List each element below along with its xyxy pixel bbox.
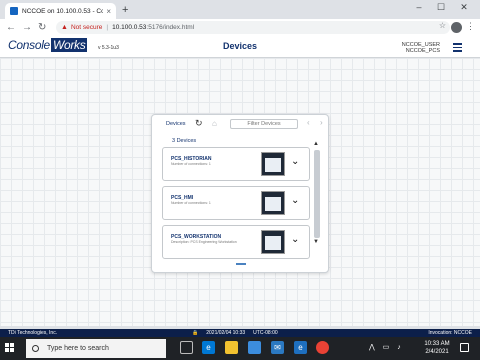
filter-devices-input[interactable] (230, 119, 298, 129)
device-list: PCS_HISTORIAN Number of connections: 1 ⌄… (162, 147, 310, 259)
browser-tabstrip: NCCOE on 10.100.0.53 - Consol × + – ☐ ✕ (0, 0, 480, 19)
store-icon[interactable] (248, 341, 261, 354)
chevron-down-icon[interactable]: ⌄ (291, 157, 299, 167)
page-indicator[interactable] (236, 263, 246, 265)
app-footer: TDi Technologies, Inc. 🔒 2021/02/04 10:3… (0, 329, 480, 337)
tab-title: NCCOE on 10.100.0.53 - Consol (22, 7, 104, 15)
url-host: 10.100.0.53 (112, 24, 147, 31)
windows-start-icon[interactable] (5, 343, 15, 353)
footer-datetime: 2021/02/04 10:33 (206, 330, 246, 336)
address-bar[interactable]: ▲ Not secure | 10.100.0.53 :5176/index.h… (56, 21, 450, 34)
panel-label: Devices (166, 121, 186, 127)
device-card-historian[interactable]: PCS_HISTORIAN Number of connections: 1 ⌄ (162, 147, 310, 181)
maximize-button[interactable]: ☐ (432, 2, 450, 13)
back-arrow-icon[interactable]: ← (6, 22, 16, 33)
mail-icon[interactable]: ✉ (271, 341, 284, 354)
clock-time: 10:33 AM (424, 341, 450, 347)
device-details: Number of connections: 1 (171, 162, 211, 166)
task-view-icon[interactable] (180, 341, 193, 354)
system-tray-icons[interactable]: ⋀ ▭ ♪ (369, 343, 404, 351)
file-explorer-icon[interactable] (225, 341, 238, 354)
close-window-button[interactable]: ✕ (455, 2, 473, 13)
app-content: Console Works v 5.3-1u3 Devices NCCOE_USE… (0, 36, 480, 326)
scroll-up-icon[interactable]: ▲ (313, 141, 319, 147)
scrollbar-thumb[interactable] (314, 150, 320, 238)
footer-status: 🔒 2021/02/04 10:33 UTC-08:00 (192, 329, 278, 337)
taskbar-search-box[interactable]: Type here to search (26, 339, 166, 358)
browser-tab[interactable]: NCCOE on 10.100.0.53 - Consol × (5, 3, 116, 19)
edge-browser-icon[interactable]: e (202, 341, 215, 354)
browser-menu-icon[interactable]: ⋮ (466, 21, 475, 32)
device-card-hmi[interactable]: PCS_HMI Number of connections: 1 ⌄ (162, 186, 310, 220)
device-card-workstation[interactable]: PCS_WORKSTATION Description: PCS Enginee… (162, 225, 310, 259)
user-profile: NCCOE_PCS (405, 48, 440, 54)
hamburger-menu-icon[interactable] (453, 43, 462, 54)
forward-arrow-icon[interactable]: → (22, 22, 32, 33)
warning-icon: ▲ (61, 24, 68, 31)
devices-panel: Devices ↻ ⌂ ‹ › 3 Devices PCS_HISTORIAN … (151, 114, 329, 273)
scroll-down-icon[interactable]: ▼ (313, 239, 319, 245)
minimize-button[interactable]: – (410, 2, 428, 12)
close-tab-icon[interactable]: × (106, 7, 111, 16)
company-name: TDi Technologies, Inc. (8, 330, 58, 336)
user-info[interactable]: NCCOE_USER NCCOE_PCS (402, 42, 440, 54)
url-path: :5176/index.html (146, 24, 195, 31)
internet-explorer-icon[interactable]: e (294, 341, 307, 354)
refresh-icon[interactable]: ↻ (195, 118, 203, 129)
lock-icon: 🔒 (192, 330, 199, 336)
invocation-label: Invocation: NCCOE (428, 330, 472, 336)
browser-toolbar: ← → ↻ ▲ Not secure | 10.100.0.53 :5176/i… (0, 19, 480, 36)
reload-icon[interactable]: ↻ (38, 22, 46, 33)
security-status[interactable]: Not secure (71, 24, 102, 31)
consoleworks-favicon-icon (10, 7, 18, 15)
chevron-down-icon[interactable]: ⌄ (291, 235, 299, 245)
profile-avatar-icon[interactable] (451, 22, 462, 33)
home-icon[interactable]: ⌂ (212, 119, 217, 128)
device-details: Number of connections: 1 (171, 201, 211, 205)
footer-timezone: UTC-08:00 (253, 330, 278, 336)
device-count: 3 Devices (172, 138, 197, 144)
console-thumbnail-icon[interactable] (261, 191, 285, 215)
windows-taskbar: Type here to search e ✉ e ⋀ ▭ ♪ 10:33 AM… (0, 337, 480, 360)
search-placeholder: Type here to search (47, 345, 109, 352)
chrome-browser-icon[interactable] (316, 341, 329, 354)
console-thumbnail-icon[interactable] (261, 152, 285, 176)
next-page-icon[interactable]: › (320, 118, 323, 127)
clock-date: 2/4/2021 (425, 349, 449, 355)
device-details: Description: PCS Engineering Workstation (171, 240, 237, 244)
console-thumbnail-icon[interactable] (261, 230, 285, 254)
notifications-icon[interactable] (460, 343, 469, 352)
previous-page-icon[interactable]: ‹ (307, 118, 310, 127)
search-icon (32, 345, 39, 352)
app-header: Console Works v 5.3-1u3 Devices NCCOE_USE… (0, 36, 480, 58)
address-separator: | (106, 24, 109, 31)
taskbar-clock[interactable]: 10:33 AM 2/4/2021 (420, 340, 454, 356)
bookmark-star-icon[interactable]: ☆ (439, 21, 446, 30)
chevron-down-icon[interactable]: ⌄ (291, 196, 299, 206)
new-tab-button[interactable]: + (122, 3, 128, 17)
